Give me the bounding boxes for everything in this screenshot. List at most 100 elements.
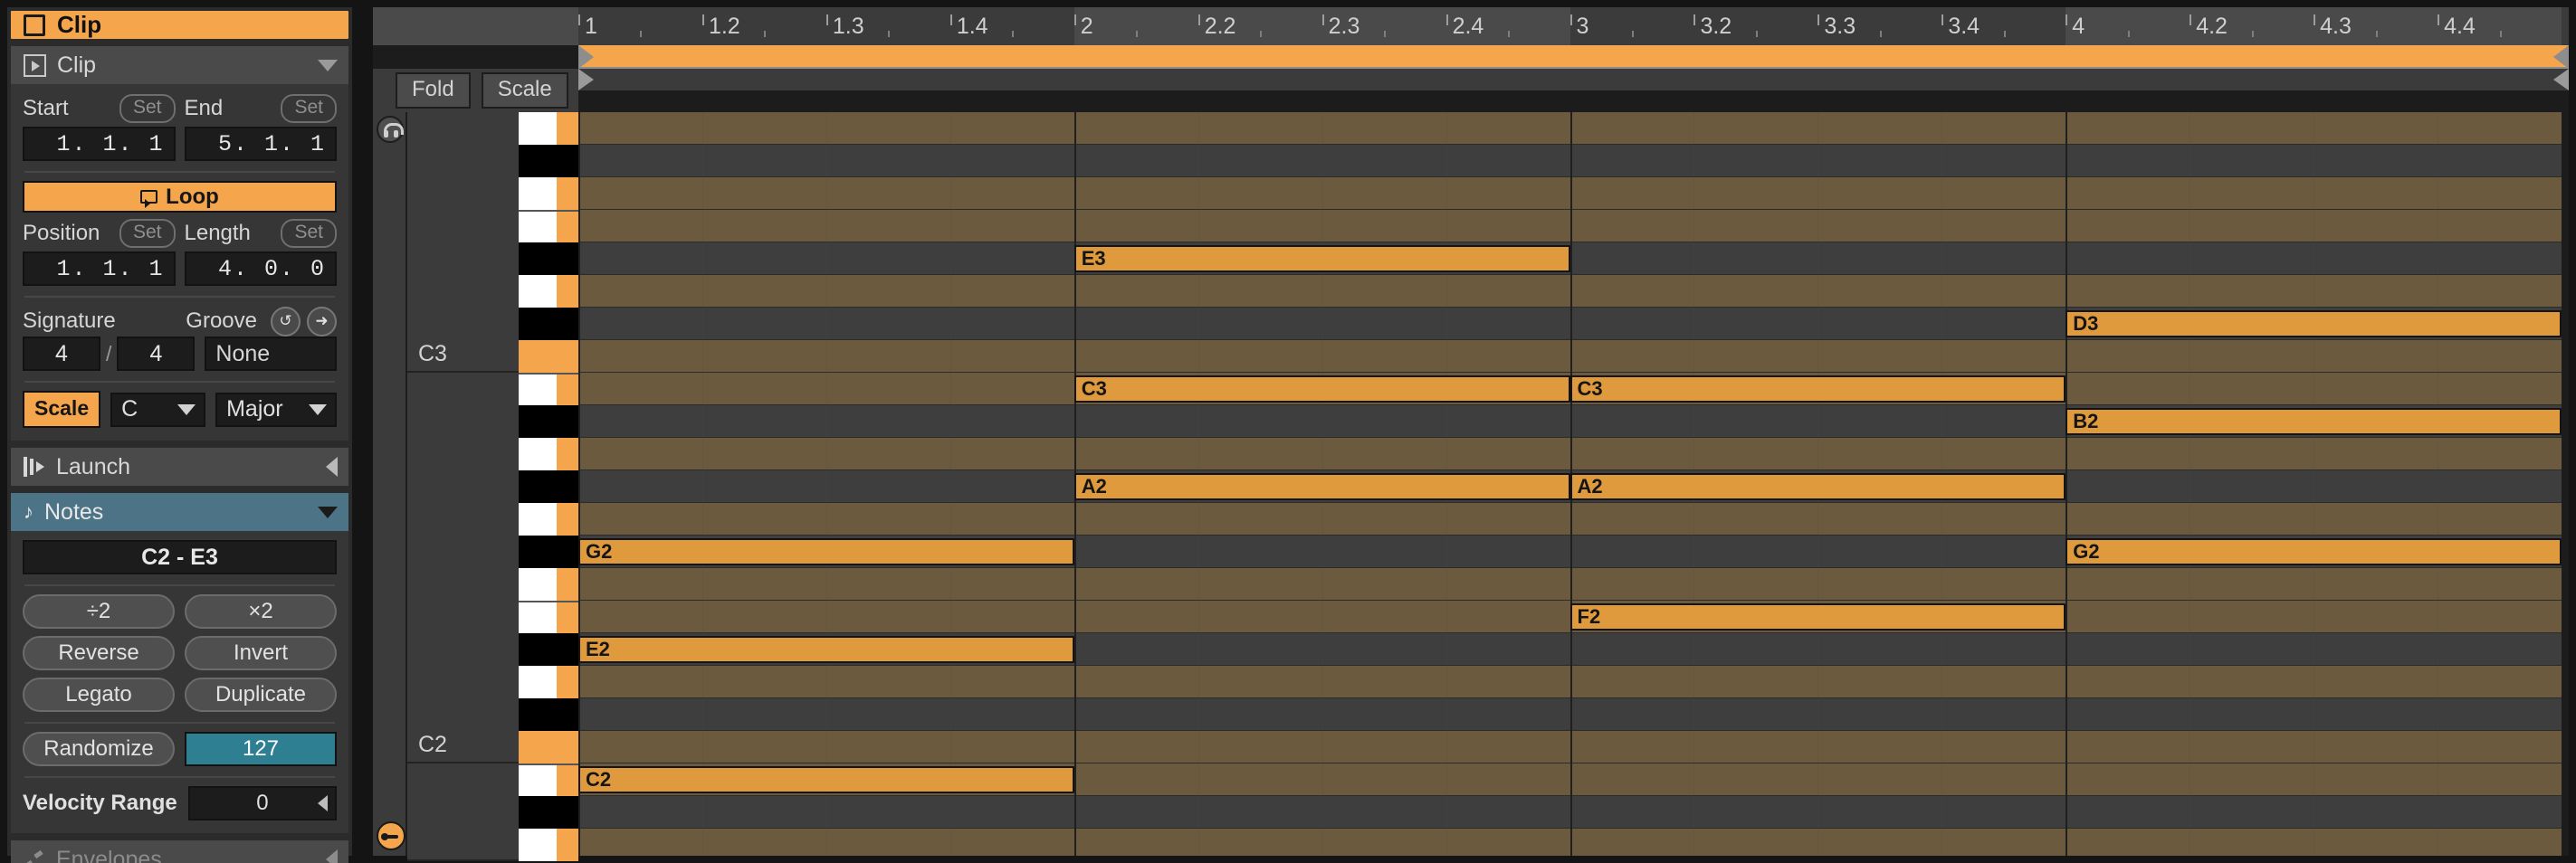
length-value-field[interactable]: 4. 0. 0 [185,251,338,286]
piano-key[interactable] [519,405,578,438]
piano-key[interactable] [519,666,578,698]
midi-note[interactable]: E3 [1074,245,1570,272]
scale-toggle-button[interactable]: Scale [23,391,100,428]
invert-button[interactable]: Invert [185,636,337,670]
piano-key[interactable] [519,112,578,145]
piano-key[interactable] [519,698,578,731]
note-lane[interactable] [578,438,2569,470]
piano-key[interactable] [519,829,578,861]
midi-note[interactable]: D3 [2066,310,2562,337]
clip-end-marker[interactable] [2553,69,2569,90]
position-value-field[interactable]: 1. 1. 1 [23,251,176,286]
legato-button[interactable]: Legato [23,678,175,712]
note-lane[interactable] [578,829,2569,856]
midi-note[interactable]: E2 [578,636,1074,663]
piano-key[interactable] [519,210,578,242]
envelopes-panel-header[interactable]: Envelopes [11,840,348,863]
piano-key[interactable] [519,242,578,275]
note-lanes[interactable]: E3D3C3C3B2A2A2G2G2F2E2C2 [578,112,2569,856]
scale-type-select[interactable]: Major [215,393,337,427]
loop-brace[interactable] [578,45,2569,69]
duplicate-button[interactable]: Duplicate [185,678,337,712]
piano-key[interactable] [519,503,578,536]
piano-key[interactable] [519,568,578,601]
piano-key[interactable] [519,633,578,666]
note-lane[interactable] [578,275,2569,308]
piano-key[interactable] [519,796,578,829]
clip-start-marker[interactable] [578,69,594,90]
note-lane[interactable] [578,666,2569,698]
length-set-button[interactable]: Set [281,219,337,248]
midi-note[interactable]: A2 [1074,473,1570,500]
randomize-button[interactable]: Randomize [23,732,175,766]
note-lane[interactable] [578,210,2569,242]
divide-by-two-button[interactable]: ÷2 [23,594,175,629]
loop-start-handle[interactable] [578,45,594,69]
piano-key[interactable] [519,145,578,177]
note-lane[interactable] [578,242,2569,275]
octave-block[interactable] [407,763,519,861]
scale-button[interactable]: Scale [482,72,568,109]
velocity-knob-icon[interactable] [377,821,405,850]
chevron-left-icon[interactable] [326,849,338,863]
note-range-field[interactable]: C2 - E3 [23,540,337,574]
piano-key[interactable] [519,763,578,796]
groove-select[interactable]: None [205,337,337,371]
chevron-left-icon[interactable] [326,457,338,477]
timeline-ruler[interactable]: 11.21.31.422.22.32.433.23.33.444.24.34.4 [373,7,2569,45]
octave-block[interactable]: C2 [407,373,519,763]
end-set-button[interactable]: Set [281,94,337,123]
piano-key[interactable] [519,275,578,308]
headphone-preview-icon[interactable] [377,116,404,143]
start-set-button[interactable]: Set [119,94,176,123]
midi-note[interactable]: C3 [1570,375,2066,403]
clip-panel-header[interactable]: Clip [11,46,348,84]
note-lane[interactable] [578,568,2569,601]
piano-key[interactable] [519,308,578,340]
ruler-ticks[interactable]: 11.21.31.422.22.32.433.23.33.444.24.34.4 [578,7,2569,45]
notes-panel-header[interactable]: ♪ Notes [11,493,348,531]
note-lane[interactable] [578,112,2569,145]
piano-keys[interactable] [519,112,578,856]
randomize-value-field[interactable]: 127 [185,732,337,766]
piano-key[interactable] [519,731,578,763]
groove-refresh-icon[interactable]: ↺ [271,307,301,337]
piano-key[interactable] [519,177,578,210]
midi-note[interactable]: C3 [1074,375,1570,403]
end-value-field[interactable]: 5. 1. 1 [185,127,338,161]
piano-key[interactable] [519,373,578,405]
groove-apply-arrow-icon[interactable]: ➜ [307,307,337,337]
loop-end-handle[interactable] [2553,45,2569,69]
note-lane[interactable] [578,145,2569,177]
piano-key[interactable] [519,438,578,470]
chevron-down-icon[interactable] [318,507,338,518]
position-set-button[interactable]: Set [119,219,176,248]
note-lane[interactable] [578,340,2569,373]
signature-denominator-field[interactable]: 4 [117,337,195,371]
start-end-markers-lane[interactable] [578,69,2569,90]
piano-key[interactable] [519,536,578,568]
piano-key[interactable] [519,340,578,373]
midi-note[interactable]: G2 [2066,538,2562,565]
midi-note[interactable]: A2 [1570,473,2066,500]
note-lane[interactable] [578,503,2569,536]
note-lane[interactable] [578,796,2569,829]
note-lane[interactable] [578,698,2569,731]
octave-block[interactable]: C3 [407,112,519,373]
note-lane[interactable] [578,177,2569,210]
signature-numerator-field[interactable]: 4 [23,337,100,371]
velocity-range-field[interactable]: 0 [188,786,337,820]
loop-toggle-button[interactable]: Loop [23,181,337,213]
scale-root-select[interactable]: C [110,393,205,427]
midi-note[interactable]: C2 [578,766,1074,793]
midi-note[interactable]: B2 [2066,408,2562,435]
piano-key[interactable] [519,601,578,633]
fold-button[interactable]: Fold [396,72,471,109]
launch-panel-header[interactable]: Launch [11,448,348,486]
start-value-field[interactable]: 1. 1. 1 [23,127,176,161]
midi-note[interactable]: F2 [1570,603,2066,631]
chevron-down-icon[interactable] [318,60,338,71]
multiply-by-two-button[interactable]: ×2 [185,594,337,629]
piano-key[interactable] [519,470,578,503]
midi-note[interactable]: G2 [578,538,1074,565]
